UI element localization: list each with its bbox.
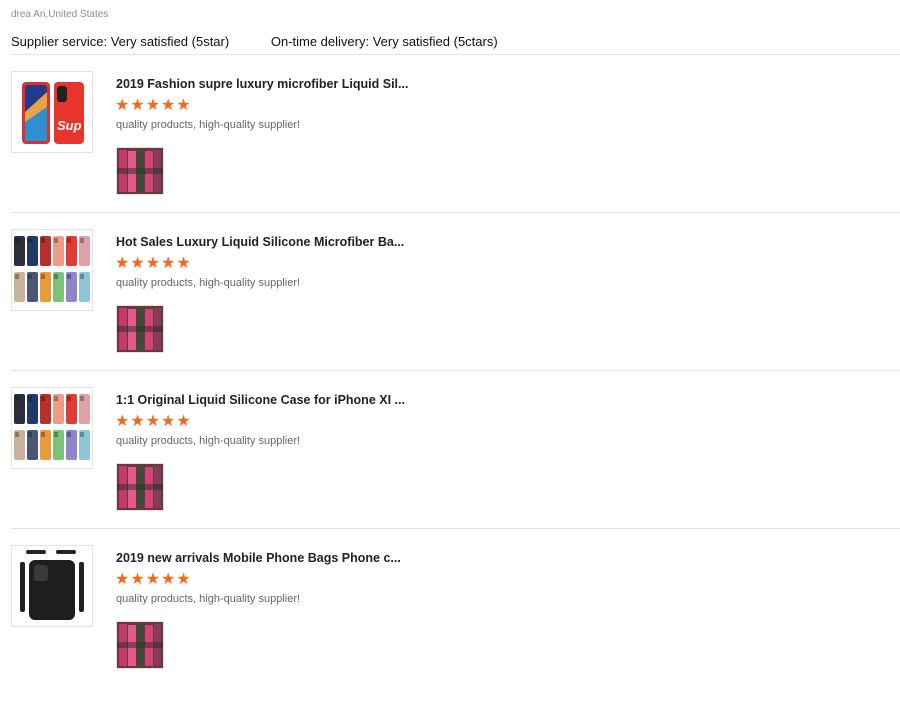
review-photo-thumbnail[interactable]	[116, 147, 164, 195]
colorful-phone-cases-thumbnail-icon[interactable]	[11, 387, 93, 469]
five-star-rating: ★★★★★	[115, 571, 192, 588]
review-item: 1:1 Original Liquid Silicone Case for iP…	[0, 387, 900, 545]
five-star-rating: ★★★★★	[115, 97, 192, 114]
rating-summary: Supplier service: Very satisfied (5star)…	[11, 34, 536, 49]
phone-case-supreme-thumbnail-icon[interactable]: Sup	[11, 71, 93, 153]
supplier-service-rating: Supplier service: Very satisfied (5star)	[11, 34, 230, 49]
reviewer-location: drea An,United States	[11, 9, 109, 20]
review-comment: quality products, high-quality supplier!	[116, 435, 301, 447]
review-photo-thumbnail[interactable]	[116, 305, 164, 353]
divider	[11, 370, 900, 371]
review-comment: quality products, high-quality supplier!	[116, 119, 301, 131]
review-product-title[interactable]: 2019 Fashion supre luxury microfiber Liq…	[116, 77, 408, 91]
review-item: 2019 new arrivals Mobile Phone Bags Phon…	[0, 545, 900, 703]
svg-text:Sup: Sup	[57, 118, 82, 133]
review-product-title[interactable]: 2019 new arrivals Mobile Phone Bags Phon…	[116, 551, 401, 565]
review-photo-thumbnail[interactable]	[116, 621, 164, 669]
review-item: Sup 2019 Fashion supre luxury microfiber…	[0, 71, 900, 229]
five-star-rating: ★★★★★	[115, 255, 192, 272]
review-photo-thumbnail[interactable]	[116, 463, 164, 511]
review-item: Hot Sales Luxury Liquid Silicone Microfi…	[0, 229, 900, 387]
review-comment: quality products, high-quality supplier!	[116, 593, 301, 605]
on-time-delivery-rating: On-time delivery: Very satisfied (5ctars…	[270, 34, 498, 49]
colorful-phone-cases-thumbnail-icon[interactable]	[11, 229, 93, 311]
divider	[11, 54, 900, 55]
divider	[11, 212, 900, 213]
review-comment: quality products, high-quality supplier!	[116, 277, 301, 289]
review-product-title[interactable]: Hot Sales Luxury Liquid Silicone Microfi…	[116, 235, 404, 249]
black-phone-case-thumbnail-icon[interactable]	[11, 545, 93, 627]
divider	[11, 528, 900, 529]
five-star-rating: ★★★★★	[115, 413, 192, 430]
review-product-title[interactable]: 1:1 Original Liquid Silicone Case for iP…	[116, 393, 405, 407]
